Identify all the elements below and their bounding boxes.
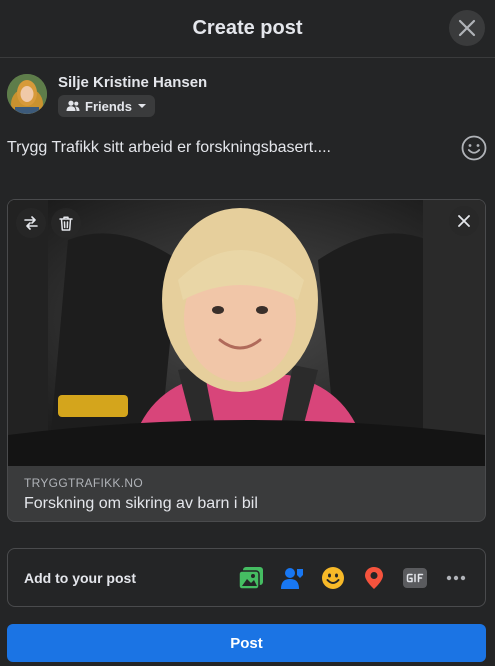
gif-button[interactable]	[401, 564, 429, 592]
emoji-button[interactable]	[461, 135, 487, 161]
link-preview-image	[8, 200, 485, 466]
dialog-header: Create post	[0, 0, 495, 58]
post-button[interactable]: Post	[7, 624, 486, 662]
audience-label: Friends	[85, 98, 132, 114]
close-icon	[458, 19, 476, 37]
audience-selector[interactable]: Friends	[58, 95, 155, 117]
delete-image-button[interactable]	[51, 208, 81, 238]
swap-button[interactable]	[16, 208, 46, 238]
more-options-button[interactable]	[442, 564, 470, 592]
tag-people-icon	[281, 568, 303, 589]
close-icon	[458, 215, 470, 227]
smiley-icon	[461, 135, 487, 161]
remove-preview-button[interactable]	[449, 206, 479, 236]
check-in-button[interactable]	[360, 564, 388, 592]
gif-icon	[403, 568, 427, 588]
link-domain: TRYGGTRAFIKK.NO	[24, 476, 143, 490]
swap-icon	[24, 216, 38, 230]
more-icon	[446, 575, 466, 581]
photo-video-button[interactable]	[237, 564, 265, 592]
check-in-icon	[365, 567, 383, 589]
trash-icon	[59, 215, 73, 231]
tag-people-button[interactable]	[278, 564, 306, 592]
feeling-activity-icon	[322, 567, 344, 589]
feeling-activity-button[interactable]	[319, 564, 347, 592]
link-preview-meta: TRYGGTRAFIKK.NO Forskning om sikring av …	[8, 466, 485, 521]
add-to-post-bar: Add to your post	[7, 548, 486, 607]
link-preview-card[interactable]: TRYGGTRAFIKK.NO Forskning om sikring av …	[7, 199, 486, 522]
avatar[interactable]	[7, 74, 47, 114]
close-button[interactable]	[449, 10, 485, 46]
link-title: Forskning om sikring av barn i bil	[24, 495, 258, 512]
photo-video-icon	[238, 567, 263, 590]
user-name: Silje Kristine Hansen	[58, 74, 208, 91]
friends-icon	[66, 100, 80, 111]
dialog-title: Create post	[192, 17, 303, 39]
post-text-input[interactable]: Trygg Trafikk sitt arbeid er forskningsb…	[7, 139, 331, 157]
chevron-down-icon	[137, 104, 146, 108]
add-to-post-label: Add to your post	[24, 570, 136, 586]
